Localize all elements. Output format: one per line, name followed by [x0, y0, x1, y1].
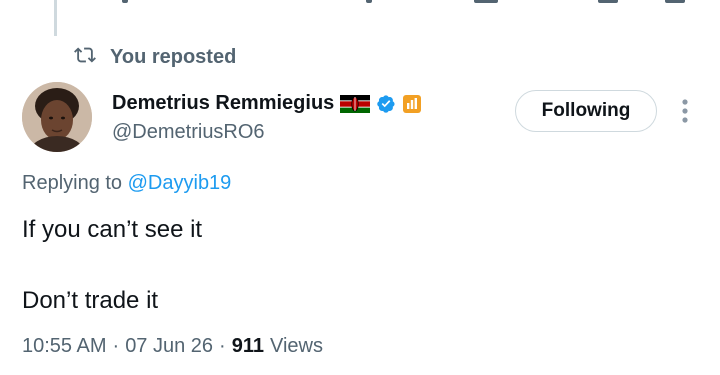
tweet-metadata: 10:55 AM · 07 Jun 26 · 911 Views: [22, 335, 323, 358]
reply-mention-link[interactable]: @Dayyib19: [128, 172, 232, 194]
views-action-remnant: [474, 0, 498, 3]
meta-separator: ·: [112, 335, 120, 357]
previous-tweet-actions: [0, 0, 720, 10]
more-options-icon[interactable]: [675, 96, 695, 126]
following-button[interactable]: Following: [515, 90, 657, 132]
avatar[interactable]: [22, 82, 92, 152]
tweet-date[interactable]: 07 Jun 26: [125, 335, 213, 358]
repost-label: You reposted: [110, 45, 237, 68]
author-handle[interactable]: @DemetriusRO6: [112, 121, 265, 144]
repost-icon: [74, 44, 96, 71]
verified-badge-icon[interactable]: [376, 94, 396, 114]
author-display-name[interactable]: Demetrius Remmiegius: [112, 92, 334, 115]
replying-to: Replying to @Dayyib19: [22, 172, 231, 195]
tweet-time[interactable]: 10:55 AM: [22, 335, 107, 358]
replying-to-prefix: Replying to: [22, 172, 123, 194]
affiliate-badge-icon[interactable]: [402, 94, 422, 114]
views-count[interactable]: 911: [232, 335, 264, 358]
kenya-flag-icon: [340, 94, 371, 113]
meta-separator: ·: [219, 335, 226, 357]
thread-connector-line: [54, 0, 57, 36]
author-name-row[interactable]: Demetrius Remmiegius: [112, 92, 422, 115]
reply-action-remnant: [122, 0, 128, 3]
views-label: Views: [269, 335, 323, 357]
tweet-text-line: If you can’t see it: [22, 216, 203, 243]
bookmark-action-remnant: [598, 0, 618, 3]
repost-indicator: You reposted: [74, 44, 236, 70]
tweet-text-line: Don’t trade it: [22, 287, 159, 314]
repost-action-remnant: [366, 0, 372, 3]
share-action-remnant: [665, 0, 685, 3]
